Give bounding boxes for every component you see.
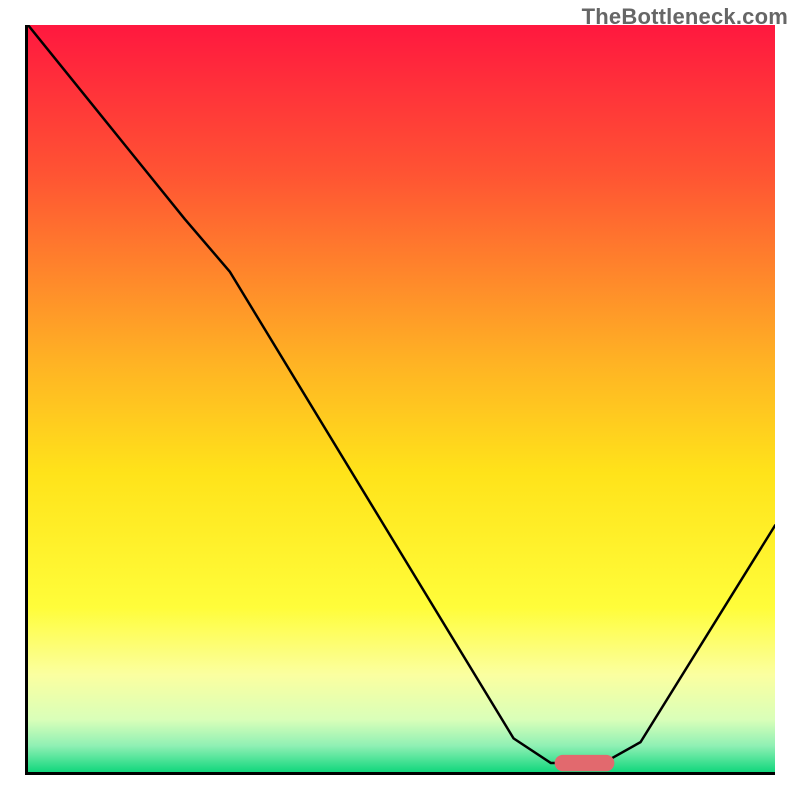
- plot-area: [28, 25, 775, 772]
- chart-container: TheBottleneck.com: [0, 0, 800, 800]
- optimal-pill: [28, 25, 775, 772]
